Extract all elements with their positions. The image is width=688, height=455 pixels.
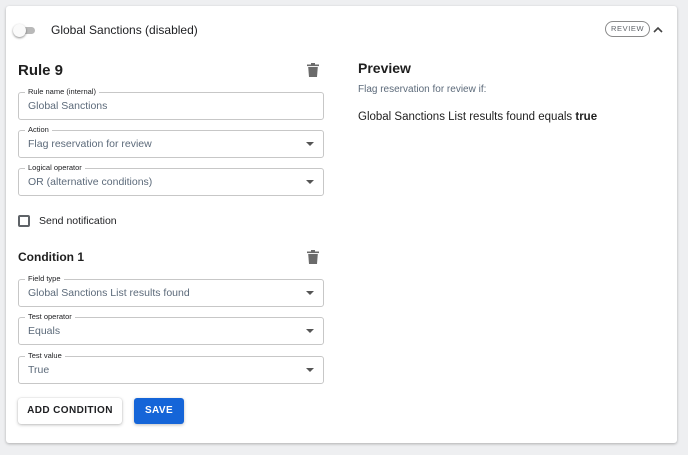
preview-statement-text: Global Sanctions List results found equa… [358,111,573,123]
test-value-value: True [28,364,50,376]
save-button[interactable]: SAVE [134,398,184,424]
dropdown-caret-icon [306,142,314,146]
send-notification-label: Send notification [39,215,117,227]
test-operator-select[interactable]: Test operator Equals [18,312,324,345]
field-type-label: Field type [25,274,64,284]
chevron-up-icon[interactable] [650,23,666,37]
test-operator-label: Test operator [25,312,75,322]
test-value-select[interactable]: Test value True [18,351,324,384]
test-operator-value: Equals [28,325,61,337]
trash-icon[interactable] [307,250,319,264]
rule-header-title: Global Sanctions (disabled) [51,23,198,37]
preview-statement: Global Sanctions List results found equa… [358,111,597,123]
dropdown-caret-icon [306,180,314,184]
enable-rule-toggle[interactable] [13,24,41,40]
rule-heading: Rule 9 [18,62,64,79]
dropdown-caret-icon [306,368,314,372]
test-value-label: Test value [25,351,65,361]
rule-name-label: Rule name (internal) [25,87,99,97]
trash-icon[interactable] [307,63,319,77]
field-type-value: Global Sanctions List results found [28,287,190,299]
preview-subtitle: Flag reservation for review if: [358,84,487,95]
add-condition-button[interactable]: ADD CONDITION [18,398,122,424]
rule-card: Global Sanctions (disabled) REVIEW Rule … [6,6,677,443]
toggle-thumb [13,24,26,37]
action-label: Action [25,125,52,135]
action-value: Flag reservation for review [28,138,152,150]
logical-operator-label: Logical operator [25,163,85,173]
rule-card-header: Global Sanctions (disabled) REVIEW [6,6,677,52]
rule-name-value: Global Sanctions [28,100,108,112]
action-select[interactable]: Action Flag reservation for review [18,125,324,158]
dropdown-caret-icon [306,291,314,295]
logical-operator-select[interactable]: Logical operator OR (alternative conditi… [18,163,324,196]
preview-statement-value: true [575,111,598,123]
condition-heading: Condition 1 [18,250,84,264]
preview-title: Preview [358,60,411,76]
logical-operator-value: OR (alternative conditions) [28,176,153,188]
send-notification-checkbox[interactable] [18,215,30,227]
rule-name-field[interactable]: Rule name (internal) Global Sanctions [18,87,324,120]
dropdown-caret-icon [306,329,314,333]
review-badge: REVIEW [605,21,651,37]
field-type-select[interactable]: Field type Global Sanctions List results… [18,274,324,307]
